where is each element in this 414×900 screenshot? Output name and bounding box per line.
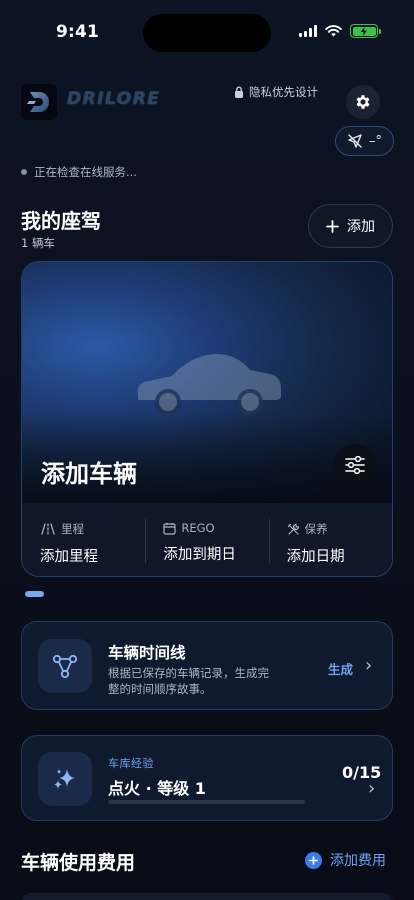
stat-mileage-label: 里程 (61, 522, 84, 536)
status-icons (299, 24, 381, 38)
road-icon (41, 523, 55, 535)
my-vehicles-title: 我的座驾 (21, 209, 101, 233)
privacy-badge: 隐私优先设计 (234, 84, 318, 100)
temperature-value: –° (369, 133, 382, 149)
vehicle-card[interactable]: 添加车辆 里程 添加里程 REGO 添加到期日 保养 添加日期 (21, 261, 393, 577)
cost-card-peek (21, 893, 393, 900)
stat-service-label: 保养 (304, 522, 328, 536)
stat-service-value: 添加日期 (286, 549, 345, 565)
vehicle-options-button[interactable] (334, 444, 376, 486)
stat-rego[interactable]: REGO 添加到期日 (145, 503, 268, 576)
status-dot (21, 169, 27, 175)
location-temperature-pill[interactable]: –° (335, 126, 394, 156)
signal-icon (299, 25, 317, 37)
dynamic-island (143, 14, 271, 52)
vehicle-stats: 里程 添加里程 REGO 添加到期日 保养 添加日期 (22, 503, 392, 576)
plus-circle-icon (305, 851, 322, 869)
add-cost-button[interactable]: 添加费用 (305, 850, 386, 870)
vehicle-count: 1 辆车 (21, 236, 55, 250)
vehicle-costs-title: 车辆使用费用 (21, 852, 136, 874)
garage-level: 点火 · 等级 1 (108, 779, 206, 798)
car-icon (137, 353, 281, 415)
stat-mileage-value: 添加里程 (40, 549, 98, 565)
vehicle-name: 添加车辆 (41, 460, 137, 488)
chevron-right-icon: › (365, 655, 373, 676)
tools-icon (287, 523, 299, 535)
sparkle-icon (54, 769, 75, 789)
stat-mileage[interactable]: 里程 添加里程 (22, 503, 145, 576)
timeline-tile (38, 639, 92, 693)
calendar-icon (163, 522, 176, 535)
settings-button[interactable] (346, 85, 380, 119)
location-off-icon (348, 134, 362, 148)
garage-tile (38, 752, 92, 806)
garage-progress-count: 0/15 (342, 763, 382, 782)
sliders-icon (345, 456, 365, 474)
gear-icon (356, 95, 370, 109)
timeline-icon (52, 654, 78, 679)
stat-rego-label: REGO (181, 521, 215, 535)
garage-progress-bar (108, 800, 305, 804)
carousel-page-indicator (25, 591, 44, 597)
plus-icon (326, 219, 339, 233)
online-status-text: 正在检查在线服务... (34, 165, 137, 179)
wifi-icon (325, 25, 342, 37)
timeline-description: 根据已保存的车辆记录，生成完整的时间顺序故事。 (108, 666, 269, 696)
stat-service[interactable]: 保养 添加日期 (268, 503, 392, 576)
timeline-title: 车辆时间线 (108, 644, 186, 662)
lock-icon (235, 86, 243, 98)
status-bar: 9:41 (0, 0, 414, 60)
app-logo-wordmark: DRILORE (67, 89, 161, 109)
chevron-right-icon: › (368, 778, 376, 799)
privacy-label: 隐私优先设计 (249, 85, 318, 99)
generate-timeline-button[interactable]: 生成 (328, 659, 353, 678)
app-logo-mark (21, 84, 57, 120)
stat-rego-value: 添加到期日 (163, 547, 236, 563)
online-status: 正在检查在线服务... (21, 164, 137, 180)
garage-xp-card[interactable]: 车库经验 点火 · 等级 1 0/15 › (21, 735, 393, 821)
add-cost-label: 添加费用 (330, 853, 386, 869)
add-vehicle-label: 添加 (347, 219, 375, 235)
status-time: 9:41 (56, 22, 100, 42)
battery-charging-icon (350, 24, 381, 38)
add-vehicle-button[interactable]: 添加 (308, 204, 393, 248)
timeline-card[interactable]: 车辆时间线 根据已保存的车辆记录，生成完整的时间顺序故事。 生成 › (21, 621, 393, 710)
garage-kicker: 车库经验 (108, 757, 154, 770)
